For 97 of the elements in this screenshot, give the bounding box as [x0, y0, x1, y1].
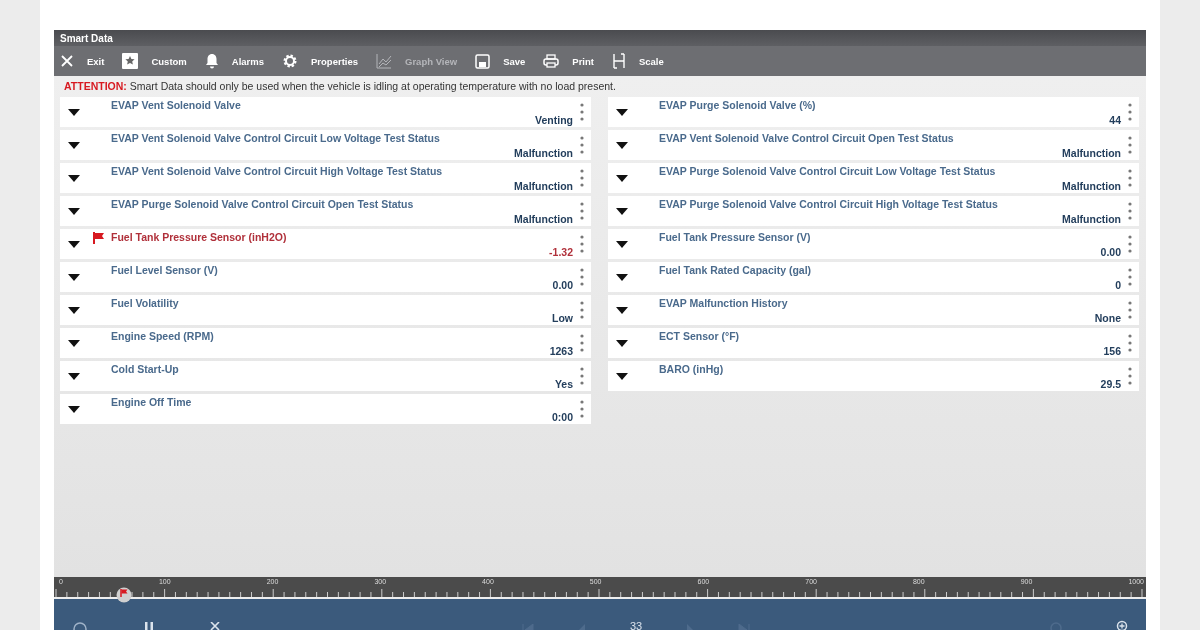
caret-down-icon[interactable]: [68, 306, 80, 314]
parameter-value: Malfunction: [514, 147, 573, 160]
more-options-icon[interactable]: [580, 367, 584, 385]
caret-down-icon[interactable]: [68, 273, 80, 281]
close-icon: [60, 54, 74, 68]
caret-down-icon[interactable]: [68, 240, 80, 248]
caret-down-icon[interactable]: [616, 207, 628, 215]
caret-down-icon[interactable]: [68, 372, 80, 380]
window-title: Smart Data: [60, 32, 113, 44]
more-options-icon[interactable]: [580, 400, 584, 418]
parameter-value: None: [1094, 312, 1121, 325]
parameter-name: EVAP Purge Solenoid Valve Control Circuit Open Test Status: [111, 197, 415, 212]
parameter-name: EVAP Purge Solenoid Valve Control Circuit Low Voltage Test Status: [659, 164, 997, 179]
parameter-value: Low: [552, 312, 573, 325]
parameter-name: EVAP Purge Solenoid Valve (%): [659, 98, 817, 113]
parameter-name: Fuel Tank Rated Capacity (gal): [659, 263, 813, 278]
slider-thumb[interactable]: [116, 587, 133, 603]
more-options-icon[interactable]: [1128, 136, 1132, 154]
more-options-icon[interactable]: [1128, 169, 1132, 187]
bell-icon: [204, 53, 219, 69]
parameter-name: EVAP Vent Solenoid Valve: [111, 98, 242, 113]
toolbar-button[interactable]: Properties: [282, 53, 359, 69]
toolbar-button[interactable]: Print: [543, 54, 594, 68]
attention-message: ATTENTION: Smart Data should only be used when the vehicle is idling at operating temperature with no load present.: [64, 80, 617, 92]
more-options-icon[interactable]: [1128, 268, 1132, 286]
caret-down-icon[interactable]: [68, 339, 80, 347]
parameter-name: Fuel Volatility: [111, 296, 180, 311]
more-options-icon[interactable]: [1128, 202, 1132, 220]
gear-icon: [282, 53, 299, 69]
close-icon[interactable]: [210, 622, 222, 630]
parameter-name: Engine Speed (RPM): [111, 329, 215, 344]
caret-down-icon[interactable]: [616, 306, 628, 314]
toolbar-button[interactable]: Scale: [611, 53, 664, 69]
parameter-value: Malfunction: [1062, 180, 1121, 193]
caret-down-icon[interactable]: [616, 339, 628, 347]
scale-icon: [611, 53, 626, 69]
caret-down-icon[interactable]: [68, 108, 80, 116]
more-options-icon[interactable]: [1128, 301, 1132, 319]
parameter-value: Yes: [554, 378, 573, 391]
caret-down-icon[interactable]: [68, 405, 80, 413]
parameter-name: Engine Off Time: [111, 395, 193, 410]
caret-down-icon[interactable]: [616, 108, 628, 116]
more-options-icon[interactable]: [580, 334, 584, 352]
more-options-icon[interactable]: [580, 235, 584, 253]
caret-down-icon[interactable]: [616, 174, 628, 182]
more-options-icon[interactable]: [580, 103, 584, 121]
toolbar-button[interactable]: Save: [475, 53, 526, 69]
parameter-value: Malfunction: [1062, 147, 1121, 160]
pause-icon[interactable]: [144, 622, 154, 630]
caret-down-icon[interactable]: [616, 273, 628, 281]
caret-down-icon[interactable]: [616, 240, 628, 248]
parameter-name: BARO (inHg): [659, 362, 725, 377]
parameter-value: Venting: [535, 114, 573, 127]
parameter-name: EVAP Vent Solenoid Valve Control Circuit Low Voltage Test Status: [111, 131, 441, 146]
parameter-name: EVAP Malfunction History: [659, 296, 789, 311]
parameter-name: EVAP Vent Solenoid Valve Control Circuit Open Test Status: [659, 131, 955, 146]
parameter-value: -1.32: [549, 246, 573, 259]
caret-down-icon[interactable]: [616, 141, 628, 149]
parameter-value: Malfunction: [1062, 213, 1121, 226]
caret-down-icon[interactable]: [68, 207, 80, 215]
more-options-icon[interactable]: [580, 136, 584, 154]
parameter-value: 1263: [549, 345, 573, 358]
parameter-value: Malfunction: [514, 213, 573, 226]
line-chart-icon: [376, 53, 393, 69]
more-options-icon[interactable]: [1128, 367, 1132, 385]
more-options-icon[interactable]: [580, 301, 584, 319]
parameter-name: Fuel Tank Pressure Sensor (inH2O): [111, 230, 288, 245]
more-options-icon[interactable]: [580, 169, 584, 187]
parameter-value: 0.00: [1100, 246, 1121, 259]
more-options-icon[interactable]: [580, 202, 584, 220]
printer-icon: [543, 54, 560, 68]
frame-counter: 33: [629, 621, 643, 630]
parameter-name: EVAP Purge Solenoid Valve Control Circuit High Voltage Test Status: [659, 197, 999, 212]
parameter-name: Fuel Tank Pressure Sensor (V): [659, 230, 812, 245]
parameter-name: Fuel Level Sensor (V): [111, 263, 219, 278]
more-options-icon[interactable]: [580, 268, 584, 286]
caret-down-icon[interactable]: [616, 372, 628, 380]
parameter-name: ECT Sensor (°F): [659, 329, 741, 344]
more-options-icon[interactable]: [1128, 103, 1132, 121]
toolbar-button[interactable]: Custom: [122, 53, 187, 69]
parameter-value: 29.5: [1100, 378, 1121, 391]
record-icon[interactable]: [72, 620, 88, 630]
parameter-name: Cold Start-Up: [111, 362, 180, 377]
more-options-icon[interactable]: [1128, 235, 1132, 253]
parameter-value: 44: [1109, 114, 1121, 127]
parameter-value: 156: [1103, 345, 1121, 358]
parameter-value: 0:00: [552, 411, 573, 424]
zoom-in-icon[interactable]: [1116, 620, 1130, 630]
toolbar-button[interactable]: Exit: [60, 54, 105, 68]
parameter-value: Malfunction: [514, 180, 573, 193]
parameter-value: 0.00: [552, 279, 573, 292]
caret-down-icon[interactable]: [68, 174, 80, 182]
parameter-value: 0: [1115, 279, 1121, 292]
parameter-name: EVAP Vent Solenoid Valve Control Circuit High Voltage Test Status: [111, 164, 444, 179]
more-options-icon[interactable]: [1128, 334, 1132, 352]
caret-down-icon[interactable]: [68, 141, 80, 149]
toolbar-button[interactable]: Alarms: [204, 53, 265, 69]
